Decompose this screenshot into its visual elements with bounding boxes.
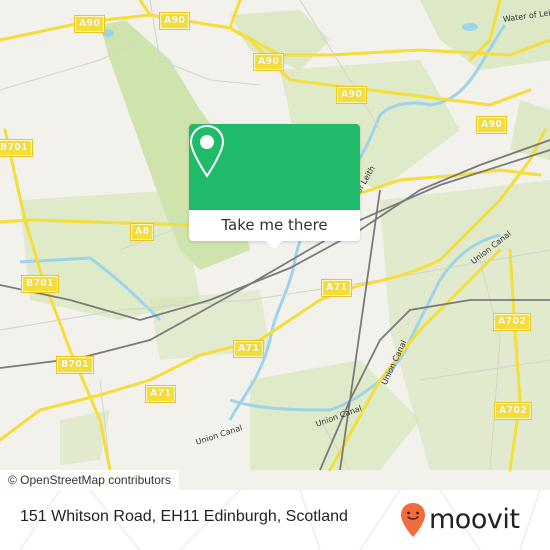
- location-popup: Take me there: [189, 124, 360, 249]
- road-label-a702: A702: [494, 402, 532, 420]
- road-label-b701: B701: [0, 139, 33, 157]
- moovit-smiley-pin-icon: [401, 503, 425, 537]
- road-label-a90: A90: [335, 86, 368, 104]
- popup-header: [189, 124, 360, 210]
- footer-bar: 151 Whitson Road, EH11 Edinburgh, Scotla…: [0, 490, 550, 550]
- road-label-a90: A90: [252, 53, 285, 71]
- road-label-b701: B701: [56, 356, 94, 374]
- road-label-b701: B701: [21, 275, 59, 293]
- road-label-a90: A90: [158, 12, 191, 30]
- road-label-a71: A71: [144, 385, 177, 403]
- road-label-a8: A8: [129, 223, 155, 241]
- road-label-a90: A90: [475, 116, 508, 134]
- moovit-wordmark: moovit: [429, 504, 520, 535]
- road-label-a702: A702: [493, 313, 531, 331]
- road-label-a90: A90: [73, 15, 106, 33]
- popup-pointer: [265, 240, 283, 249]
- map-attribution[interactable]: © OpenStreetMap contributors: [0, 470, 179, 490]
- road-label-a71: A71: [232, 340, 265, 358]
- address-text: 151 Whitson Road, EH11 Edinburgh, Scotla…: [20, 508, 348, 525]
- map-pin-icon: [189, 124, 225, 178]
- road-label-a71: A71: [320, 279, 353, 297]
- map-view[interactable]: A90 A90 A90 A90 A90 B701 B701 B701 A8 A7…: [0, 0, 550, 490]
- take-me-there-button[interactable]: Take me there: [189, 210, 360, 241]
- moovit-logo[interactable]: moovit: [400, 500, 520, 540]
